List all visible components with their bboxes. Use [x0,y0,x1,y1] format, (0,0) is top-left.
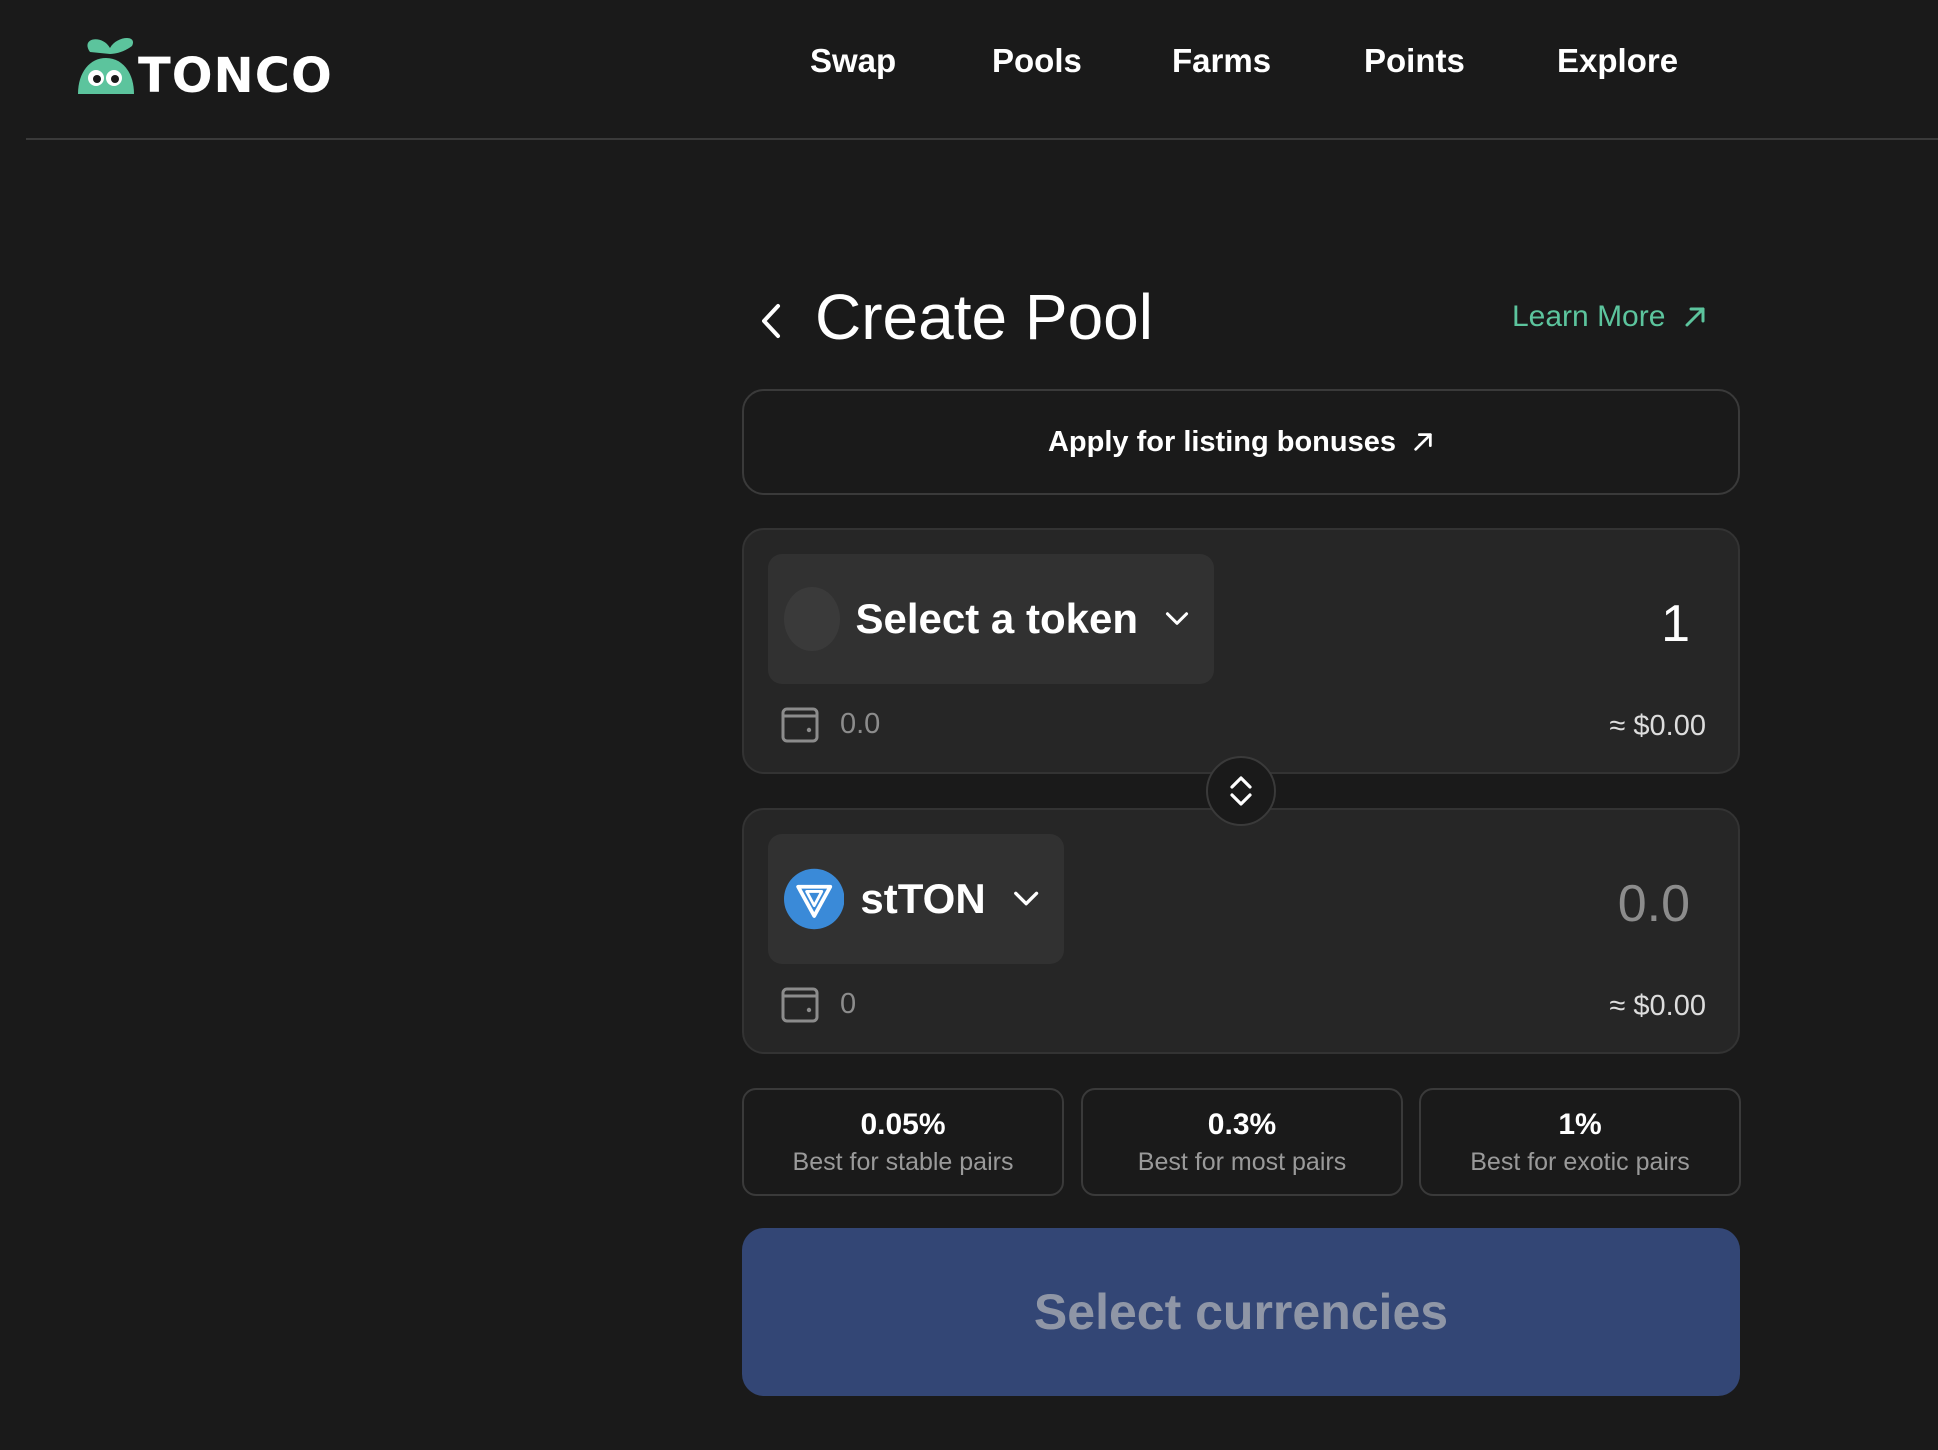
token-placeholder-icon [784,587,840,651]
fee-tier-description: Best for most pairs [1137,1148,1347,1176]
nav-explore[interactable]: Explore [1557,42,1678,80]
fee-tier-description: Best for exotic pairs [1470,1148,1690,1176]
listing-bonuses-button[interactable]: Apply for listing bonuses [742,389,1740,495]
header-divider [26,138,1938,140]
switch-tokens-button[interactable] [1206,756,1276,826]
token-b-balance-value: 0 [840,987,857,1020]
nav-pools[interactable]: Pools [992,42,1082,80]
learn-more-label: Learn More [1512,300,1666,333]
fee-tier-value: 0.05% [860,1108,946,1141]
token-b-label: stTON [860,875,986,922]
fee-tier-value: 1% [1558,1108,1602,1141]
token-b-usd-value: ≈ $0.00 [1609,990,1706,1022]
page: TONCO Swap Pools Farms Points Explore Cr… [0,0,1938,1450]
token-b-panel: stTON 0.0 0 ≈ $0.00 [742,808,1740,1054]
chevron-down-icon [1013,891,1038,906]
fee-tier-value: 0.3% [1207,1108,1277,1141]
listing-bonuses-label: Apply for listing bonuses [1047,425,1396,458]
back-chevron-icon[interactable] [752,296,792,346]
token-a-usd-value: ≈ $0.00 [1609,710,1706,742]
wallet-icon [781,987,819,1023]
logo-text: TONCO [138,48,333,104]
logo[interactable]: TONCO [72,32,332,104]
fee-tier-0-3[interactable]: 0.3% Best for most pairs [1081,1088,1403,1196]
fee-tier-1[interactable]: 1% Best for exotic pairs [1419,1088,1741,1196]
token-b-selector[interactable]: stTON [768,834,1064,964]
stton-logo-icon [784,868,845,930]
nav-swap[interactable]: Swap [810,42,896,80]
page-title: Create Pool [815,281,1153,353]
token-a-balance-value: 0.0 [840,707,881,740]
wallet-icon [781,707,819,743]
token-b-balance: 0 [780,984,856,1024]
nav-farms[interactable]: Farms [1172,42,1271,80]
token-a-label: Select a token [855,595,1138,642]
chevron-down-icon [1165,612,1189,625]
token-a-amount-input[interactable]: 1 [1661,594,1690,654]
token-a-balance: 0.0 [780,704,880,744]
logo-mascot-icon [78,37,134,94]
swap-arrows-icon [1230,776,1252,806]
nav-points[interactable]: Points [1364,42,1465,80]
header: TONCO Swap Pools Farms Points Explore [0,0,1938,140]
token-b-amount-input[interactable]: 0.0 [1618,874,1690,934]
token-a-selector[interactable]: Select a token [768,554,1214,684]
external-arrow-icon [1685,307,1705,327]
learn-more-link[interactable]: Learn More [1512,300,1707,334]
select-currencies-button[interactable]: Select currencies [742,1228,1740,1396]
external-arrow-icon [1414,433,1432,451]
fee-tier-description: Best for stable pairs [792,1148,1014,1176]
fee-tier-0-05[interactable]: 0.05% Best for stable pairs [742,1088,1064,1196]
token-a-panel: Select a token 1 0.0 ≈ $0.00 [742,528,1740,774]
